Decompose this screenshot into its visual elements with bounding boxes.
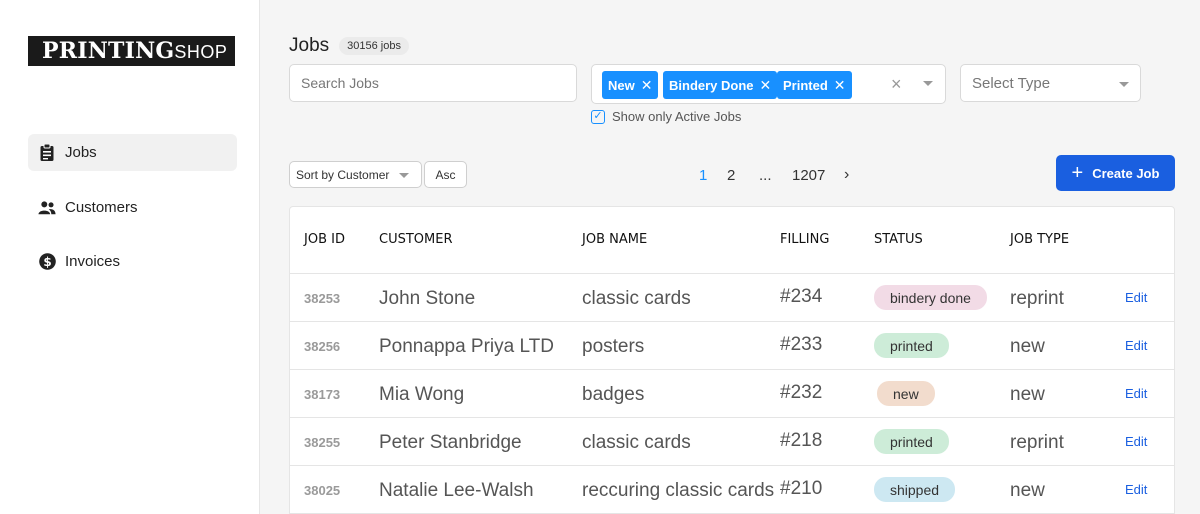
edit-link[interactable]: Edit: [1125, 386, 1147, 401]
job-name: reccuring classic cards: [582, 480, 775, 501]
table-header: JOB ID CUSTOMER JOB NAME FILLING STATUS …: [290, 207, 1174, 274]
job-type: new: [1010, 336, 1045, 357]
clear-icon[interactable]: ×: [891, 74, 902, 95]
job-count-badge: 30156 jobs: [339, 37, 409, 55]
status-badge: shipped: [874, 477, 956, 502]
status-badge: new: [877, 381, 935, 406]
status-badge: bindery done: [874, 285, 987, 310]
chevron-down-icon: [1119, 82, 1129, 87]
column-header[interactable]: JOB ID: [304, 232, 345, 247]
sort-select-value: Sort by Customer: [296, 167, 390, 182]
job-name: badges: [582, 384, 645, 405]
users-icon: [38, 199, 56, 217]
customer-name: Natalie Lee-Walsh: [379, 480, 534, 501]
sidebar-item-customers[interactable]: Customers: [28, 189, 237, 226]
chevron-down-icon[interactable]: [923, 81, 933, 86]
customer-name: Peter Stanbridge: [379, 432, 522, 453]
column-header[interactable]: JOB NAME: [582, 232, 647, 247]
status-tag-bindery-done: Bindery Done ✕: [663, 71, 778, 99]
column-header[interactable]: STATUS: [874, 232, 923, 247]
plus-icon: +: [1071, 162, 1084, 184]
sidebar-item-jobs[interactable]: Jobs: [28, 134, 237, 171]
customer-name: Ponnappa Priya LTD: [379, 336, 554, 357]
edit-link[interactable]: Edit: [1125, 290, 1147, 305]
chevron-down-icon: [399, 173, 409, 178]
filling: #218: [780, 430, 823, 451]
create-job-label: Create Job: [1092, 165, 1160, 181]
status-filter-select[interactable]: New ✕ Bindery Done ✕ Printed ✕ ×: [591, 64, 946, 104]
tag-label: Bindery Done: [669, 77, 754, 93]
status-tag-new: New ✕: [602, 71, 659, 99]
table-row[interactable]: 38255 Peter Stanbridge classic cards #21…: [290, 418, 1174, 466]
jobs-table: JOB ID CUSTOMER JOB NAME FILLING STATUS …: [289, 206, 1175, 514]
tag-remove-icon[interactable]: ✕: [834, 77, 846, 94]
edit-link[interactable]: Edit: [1125, 338, 1147, 353]
sort-order-button[interactable]: Asc: [424, 161, 467, 188]
job-type: new: [1010, 384, 1045, 405]
svg-text:$: $: [43, 255, 51, 269]
job-name: posters: [582, 336, 645, 357]
table-row[interactable]: 38025 Natalie Lee-Walsh reccuring classi…: [290, 466, 1174, 514]
active-only-label: Show only Active Jobs: [612, 109, 742, 124]
filling: #232: [780, 382, 823, 403]
tag-remove-icon[interactable]: ✕: [641, 77, 653, 94]
clipboard-icon: [38, 144, 56, 162]
customer-name: Mia Wong: [379, 384, 465, 405]
sidebar: PRINTING SHOP Jobs Customers $ Invoices: [0, 0, 260, 514]
page-1[interactable]: 1: [699, 167, 707, 184]
create-job-button[interactable]: + Create Job: [1056, 155, 1175, 191]
sidebar-item-label: Invoices: [65, 253, 121, 270]
job-type: new: [1010, 480, 1045, 501]
job-id: 38255: [304, 435, 341, 450]
table-row[interactable]: 38173 Mia Wong badges #232 new new Edit: [290, 370, 1174, 418]
sort-select[interactable]: Sort by Customer: [289, 161, 422, 188]
title-row: Jobs 30156 jobs: [289, 35, 409, 57]
type-select[interactable]: Select Type: [960, 64, 1141, 102]
next-page-icon[interactable]: ›: [844, 166, 849, 184]
edit-link[interactable]: Edit: [1125, 434, 1147, 449]
edit-link[interactable]: Edit: [1125, 482, 1147, 497]
customer-name: John Stone: [379, 288, 476, 309]
tag-label: Printed: [783, 77, 828, 93]
job-id: 38256: [304, 339, 341, 354]
job-id: 38253: [304, 291, 341, 306]
page-2[interactable]: 2: [727, 167, 735, 184]
sidebar-item-label: Customers: [65, 199, 138, 216]
active-only-checkbox[interactable]: ✓: [591, 109, 605, 124]
job-id: 38173: [304, 387, 341, 402]
tag-remove-icon[interactable]: ✕: [760, 77, 772, 94]
status-badge: printed: [874, 333, 949, 358]
sidebar-item-label: Jobs: [65, 144, 97, 161]
logo: PRINTING SHOP: [28, 36, 235, 66]
column-header[interactable]: CUSTOMER: [379, 232, 452, 247]
column-header[interactable]: FILLING: [780, 232, 829, 247]
logo-light-text: SHOP: [174, 42, 228, 62]
tag-label: New: [608, 77, 635, 93]
column-header[interactable]: JOB TYPE: [1010, 232, 1069, 247]
table-row[interactable]: 38256 Ponnappa Priya LTD posters #233 pr…: [290, 322, 1174, 370]
type-select-placeholder: Select Type: [972, 74, 1051, 92]
filling: #234: [780, 286, 823, 307]
sidebar-item-invoices[interactable]: $ Invoices: [28, 243, 237, 280]
filling: #210: [780, 478, 823, 499]
job-name: classic cards: [582, 432, 691, 453]
active-only-checkbox-row[interactable]: ✓ Show only Active Jobs: [591, 109, 741, 124]
job-id: 38025: [304, 483, 341, 498]
job-name: classic cards: [582, 288, 691, 309]
table-row[interactable]: 38253 John Stone classic cards #234 bind…: [290, 274, 1174, 322]
status-tag-printed: Printed ✕: [777, 71, 852, 99]
filling: #233: [780, 334, 823, 355]
main-content: Jobs 30156 jobs New ✕ Bindery Done ✕ Print…: [289, 0, 1175, 514]
status-badge: printed: [874, 429, 949, 454]
page-1207[interactable]: 1207: [792, 167, 825, 184]
page-ellipsis[interactable]: ...: [759, 167, 772, 184]
job-type: reprint: [1010, 432, 1064, 453]
logo-bold-text: PRINTING: [42, 38, 175, 64]
dollar-icon: $: [38, 253, 56, 271]
page-title: Jobs: [289, 35, 330, 56]
search-input[interactable]: [289, 64, 577, 102]
job-type: reprint: [1010, 288, 1064, 309]
